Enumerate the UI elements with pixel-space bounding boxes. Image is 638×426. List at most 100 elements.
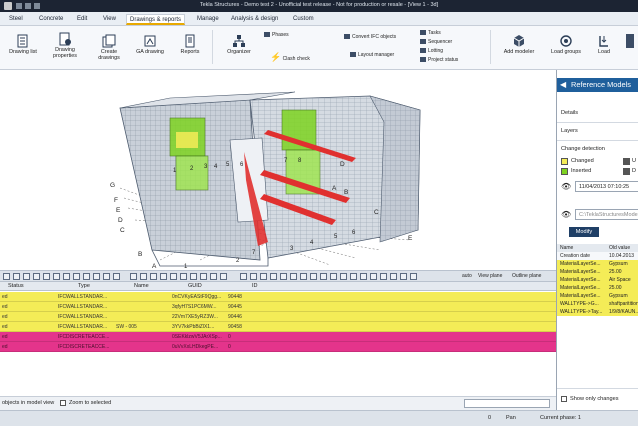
table-row[interactable]: MaterialLayerSe... 25.00 [557,284,638,292]
tab-view[interactable]: View [100,14,119,25]
table-row[interactable]: WALLTYPE->Tay... 1/9/8/KAUN... [557,308,638,316]
snap-angle-icon[interactable] [380,273,387,280]
snap-lock-icon[interactable] [400,273,407,280]
snap-plane-icon[interactable] [310,273,317,280]
outline-plane-option[interactable]: Outline plane [512,273,541,279]
snap-length-icon[interactable] [370,273,377,280]
model-path-field[interactable]: C:\TeklaStructuresModels\ [575,209,638,220]
column-status[interactable]: Status [8,283,24,289]
layers-section[interactable]: Layers [561,128,578,134]
snap-axis-icon[interactable] [320,273,327,280]
select-planes-icon[interactable] [103,273,110,280]
tab-drawings-reports[interactable]: Drawings & reports [126,14,186,25]
inserted-object-b[interactable] [175,155,209,191]
snap-end-icon[interactable] [130,273,137,280]
tab-analysis-design[interactable]: Analysis & design [228,14,281,25]
snap-grid-icon[interactable] [210,273,217,280]
modify-button[interactable]: Modify [569,227,599,237]
model-view-3d[interactable]: G F E D C B A 1 2 3 4 5 6 7 1 2 3 4 5 6 … [0,70,556,270]
table-row[interactable]: MaterialLayerSe... 25.00 [557,268,638,276]
select-components-icon[interactable] [63,273,70,280]
snap-center-icon[interactable] [150,273,157,280]
visibility-eye-icon[interactable]: 👁 [561,210,571,219]
eye-icon[interactable]: 👁 [561,182,571,191]
snap-mid-icon[interactable] [140,273,147,280]
zoom-to-selected-checkbox[interactable] [60,400,66,406]
snap-edge-icon[interactable] [280,273,287,280]
select-parts-icon[interactable] [13,273,20,280]
snap-override-icon[interactable] [260,273,267,280]
snap-free-icon[interactable] [270,273,277,280]
snap-line-icon[interactable] [180,273,187,280]
back-arrow-icon[interactable]: ◀ [560,78,566,92]
snap-extension-icon[interactable] [250,273,257,280]
phases-button[interactable]: Phases [264,32,289,38]
table-row[interactable]: ed IFCWALLSTANDAR... 22Vm7XE5yRZ3W... 90… [0,312,556,322]
changed-object-a[interactable] [176,132,198,148]
layout-manager-button[interactable]: Layout manager [350,52,394,58]
snap-nearest-icon[interactable] [190,273,197,280]
tab-manage[interactable]: Manage [194,14,222,25]
snap-perpendicular-icon[interactable] [170,273,177,280]
tasks-button[interactable]: Tasks [420,30,441,36]
change-detection-section[interactable]: Change detection [561,146,605,152]
select-views-icon[interactable] [113,273,120,280]
tab-edit[interactable]: Edit [74,14,90,25]
table-row[interactable]: MaterialLayerSe... Air Space [557,276,638,284]
table-row[interactable]: ed IFCDISCRETEACCE... 0uVvXxLHDkegPE... … [0,342,556,352]
reports-button[interactable]: Reports [176,34,204,55]
timestamp-field[interactable]: 11/04/2013 07:10:25 [575,181,638,192]
select-bolts-icon[interactable] [33,273,40,280]
snap-settings-icon[interactable] [410,273,417,280]
more-ribbon-icon[interactable] [626,34,634,48]
snap-geometry-icon[interactable] [240,273,247,280]
table-row[interactable]: Creation date 10.04.2013 [557,252,638,260]
lotting-button[interactable]: Lotting [420,48,443,54]
create-drawings-button[interactable]: Create drawings [92,34,126,61]
table-row[interactable]: ed IFCWALLSTANDAR... 0nCVKyEAStF9Qgg... … [0,292,556,302]
show-only-changes-checkbox[interactable] [561,396,567,402]
drawing-list-button[interactable]: Drawing list [6,34,40,55]
tab-concrete[interactable]: Concrete [36,14,66,25]
column-name[interactable]: Name [134,283,149,289]
table-row[interactable]: ed IFCWALLSTANDAR... SW - 005 3YV7kkPbBi… [0,322,556,332]
view-plane-option[interactable]: View plane [478,273,502,279]
select-points-icon[interactable] [53,273,60,280]
grid-search-input[interactable] [464,399,550,408]
convert-ifc-button[interactable]: Convert IFC objects [344,34,396,40]
table-row[interactable]: WALLTYPE->G... shaftparitition [557,300,638,308]
column-id[interactable]: ID [252,283,258,289]
select-all-icon[interactable] [3,273,10,280]
snap-ortho-icon[interactable] [340,273,347,280]
snap-face-icon[interactable] [290,273,297,280]
organizer-button[interactable]: Organizer [222,34,256,55]
table-row[interactable]: ed IFCWALLSTANDAR... 3qfyH7S1PC6MW... 90… [0,302,556,312]
snap-tangent-icon[interactable] [350,273,357,280]
tab-custom[interactable]: Custom [290,14,317,25]
table-row[interactable]: MaterialLayerSe... Gypsum [557,292,638,300]
drawing-properties-button[interactable]: Drawing properties [46,32,84,59]
select-grids-icon[interactable] [43,273,50,280]
snap-point-icon[interactable] [330,273,337,280]
ga-drawing-button[interactable]: GA drawing [132,34,168,55]
project-status-button[interactable]: Project status [420,57,458,63]
load-groups-button[interactable]: Load groups [546,34,586,55]
snap-any-icon[interactable] [200,273,207,280]
table-row[interactable]: ed IFCDISCRETEACCE... 0SEKklzwV5JArXSp..… [0,332,556,342]
load-button[interactable]: Load [590,34,618,55]
select-welds-icon[interactable] [23,273,30,280]
clash-check-button[interactable]: ⚡ Clash check [270,52,310,63]
select-reference-icon[interactable] [93,273,100,280]
sequencer-button[interactable]: Sequencer [420,39,452,45]
snap-origin-icon[interactable] [300,273,307,280]
add-modeler-button[interactable]: Add modeler [500,34,538,55]
tab-steel[interactable]: Steel [6,14,26,25]
column-guid[interactable]: GUID [188,283,202,289]
snap-intersection-icon[interactable] [160,273,167,280]
select-objects-icon[interactable] [83,273,90,280]
column-type[interactable]: Type [78,283,90,289]
snap-arc-icon[interactable] [360,273,367,280]
table-row[interactable]: MaterialLayerSe... Gypsum [557,260,638,268]
select-assemblies-icon[interactable] [73,273,80,280]
snap-reference-icon[interactable] [220,273,227,280]
